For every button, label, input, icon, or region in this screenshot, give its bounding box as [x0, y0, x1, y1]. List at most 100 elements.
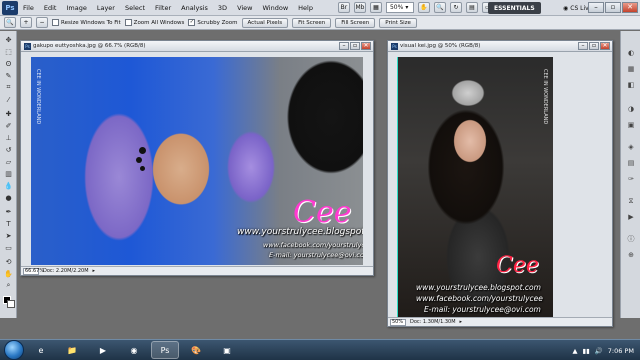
print-size-button[interactable]: Print Size	[379, 17, 417, 28]
close-button[interactable]: ✕	[622, 2, 638, 13]
fill-screen-button[interactable]: Fill Screen	[335, 17, 376, 28]
lasso-tool-icon[interactable]: ʘ	[3, 59, 14, 68]
menu-filter[interactable]: Filter	[150, 0, 176, 16]
shape-tool-icon[interactable]: ▭	[3, 243, 14, 252]
3d-rotate-tool-icon[interactable]: ⟲	[3, 257, 14, 266]
swatches-panel-icon[interactable]: ▦	[626, 65, 636, 73]
media-player-icon[interactable]: ▶	[89, 341, 117, 359]
window-controls: – ▫ ✕	[588, 2, 638, 13]
maximize-button[interactable]: ▫	[605, 2, 621, 13]
path-select-tool-icon[interactable]: ➤	[3, 231, 14, 240]
rotate-view-icon[interactable]: ↻	[449, 2, 462, 13]
clone-stamp-tool-icon[interactable]: ⊥	[3, 133, 14, 142]
zoom-tool-preset-icon[interactable]: 🔍	[4, 17, 16, 28]
background-color-swatch[interactable]	[7, 300, 15, 308]
move-tool-icon[interactable]: ✥	[3, 35, 14, 44]
document-window-left[interactable]: Ps gakupo euttyoshka.jpg @ 66.7% (RGB/8)…	[20, 40, 374, 276]
system-tray: ▲ ▮▮ 🔊 7:06 PM	[573, 340, 634, 360]
doc-maximize-button[interactable]: ▫	[589, 42, 599, 50]
bridge-button[interactable]: Br	[337, 2, 350, 13]
fit-screen-button[interactable]: Fit Screen	[292, 17, 332, 28]
view-extras-icon[interactable]: ▦	[369, 2, 382, 13]
image-canvas[interactable]: CEE IN WONDERLAND Cee	[397, 57, 553, 317]
photoshop-icon[interactable]: Ps	[151, 341, 179, 359]
menu-view[interactable]: View	[232, 0, 257, 16]
history-brush-tool-icon[interactable]: ↺	[3, 145, 14, 154]
blur-tool-icon[interactable]: 💧	[3, 181, 14, 190]
actual-pixels-button[interactable]: Actual Pixels	[241, 17, 289, 28]
menu-analysis[interactable]: Analysis	[176, 0, 213, 16]
minimize-button[interactable]: –	[588, 2, 604, 13]
doc-close-button[interactable]: ✕	[600, 42, 610, 50]
menu-window[interactable]: Window	[258, 0, 294, 16]
workspace-switcher[interactable]: ESSENTIALS	[488, 2, 541, 14]
status-menu-arrow-icon[interactable]: ▸	[460, 319, 463, 325]
arrange-documents-icon[interactable]: ▤	[465, 2, 478, 13]
status-zoom[interactable]: 50%	[390, 318, 406, 326]
paths-panel-icon[interactable]: ✑	[626, 175, 636, 183]
info-panel-icon[interactable]: ⓘ	[626, 235, 636, 243]
hand-tool-icon[interactable]: ✋	[3, 269, 14, 278]
history-panel-icon[interactable]: ⧖	[626, 197, 636, 205]
zoom-all-windows-checkbox[interactable]: Zoom All Windows	[124, 19, 184, 26]
hand-tool-icon[interactable]: ✋	[417, 2, 430, 13]
menu-3d[interactable]: 3D	[213, 0, 232, 16]
resize-windows-checkbox[interactable]: Resize Windows To Fit	[52, 19, 121, 26]
eyedropper-tool-icon[interactable]: ⁄	[3, 95, 14, 104]
zoom-in-icon[interactable]: +	[20, 17, 32, 28]
menu-image[interactable]: Image	[61, 0, 91, 16]
menu-select[interactable]: Select	[120, 0, 150, 16]
color-panel-icon[interactable]: ◐	[626, 49, 636, 57]
adjustments-panel-icon[interactable]: ◑	[626, 105, 636, 113]
minibridge-button[interactable]: Mb	[353, 2, 366, 13]
doc-close-button[interactable]: ✕	[361, 42, 371, 50]
document-tab[interactable]: Ps gakupo euttyoshka.jpg @ 66.7% (RGB/8)	[21, 41, 373, 52]
scrubby-zoom-checkbox[interactable]: ✓ Scrubby Zoom	[188, 19, 238, 26]
masks-panel-icon[interactable]: ▣	[626, 121, 636, 129]
doc-minimize-button[interactable]: –	[339, 42, 349, 50]
menu-file[interactable]: File	[18, 0, 39, 16]
status-zoom[interactable]: 66.67%	[23, 267, 44, 275]
healing-brush-tool-icon[interactable]: ✚	[3, 109, 14, 118]
explorer-icon[interactable]: 📁	[58, 341, 86, 359]
zoom-out-icon[interactable]: −	[36, 17, 48, 28]
styles-panel-icon[interactable]: ◧	[626, 81, 636, 89]
menu-help[interactable]: Help	[293, 0, 318, 16]
clock[interactable]: 7:06 PM	[608, 347, 634, 355]
menu-layer[interactable]: Layer	[92, 0, 120, 16]
type-tool-icon[interactable]: T	[3, 219, 14, 228]
show-hidden-icons[interactable]: ▲	[573, 347, 578, 355]
document-window-right[interactable]: Ps visual kei.jpg @ 50% (RGB/8) – ▫ ✕ CE…	[387, 40, 613, 327]
dodge-tool-icon[interactable]: ●	[3, 193, 14, 202]
actions-panel-icon[interactable]: ▶	[626, 213, 636, 221]
image-canvas[interactable]: CEE IN WONDERLAND Cee www.yourstrulycee.…	[31, 57, 363, 265]
quick-select-tool-icon[interactable]: ✎	[3, 71, 14, 80]
pen-tool-icon[interactable]: ✒	[3, 207, 14, 216]
layers-panel-icon[interactable]: ◈	[626, 143, 636, 151]
paint-icon[interactable]: 🎨	[182, 341, 210, 359]
watermark-blog: www.yourstrulycee.blogspot.com	[416, 283, 541, 292]
marquee-tool-icon[interactable]: ⬚	[3, 47, 14, 56]
brush-tool-icon[interactable]: ✐	[3, 121, 14, 130]
ie-icon[interactable]: e	[27, 341, 55, 359]
status-menu-arrow-icon[interactable]: ▸	[93, 268, 96, 274]
zoom-level-select[interactable]: 50% ▾	[385, 2, 414, 13]
eraser-tool-icon[interactable]: ▱	[3, 157, 14, 166]
document-controls: – ▫ ✕	[578, 42, 610, 50]
doc-size-info[interactable]: Doc: 2.20M/2.20M	[43, 268, 89, 274]
chrome-icon[interactable]: ◉	[120, 341, 148, 359]
zoom-tool-icon[interactable]: 🔍	[433, 2, 446, 13]
crop-tool-icon[interactable]: ⌗	[3, 83, 14, 92]
doc-maximize-button[interactable]: ▫	[350, 42, 360, 50]
doc-minimize-button[interactable]: –	[578, 42, 588, 50]
channels-panel-icon[interactable]: ▤	[626, 159, 636, 167]
doc-size-info[interactable]: Doc: 1.30M/1.30M	[410, 319, 456, 325]
network-icon[interactable]: ▮▮	[583, 347, 590, 355]
gradient-tool-icon[interactable]: ▥	[3, 169, 14, 178]
zoom-tool-icon[interactable]: ⌕	[3, 281, 14, 290]
app-icon[interactable]: ▣	[213, 341, 241, 359]
start-button[interactable]	[4, 340, 24, 360]
volume-icon[interactable]: 🔊	[595, 347, 603, 355]
navigator-panel-icon[interactable]: ⊕	[626, 251, 636, 259]
menu-edit[interactable]: Edit	[39, 0, 62, 16]
